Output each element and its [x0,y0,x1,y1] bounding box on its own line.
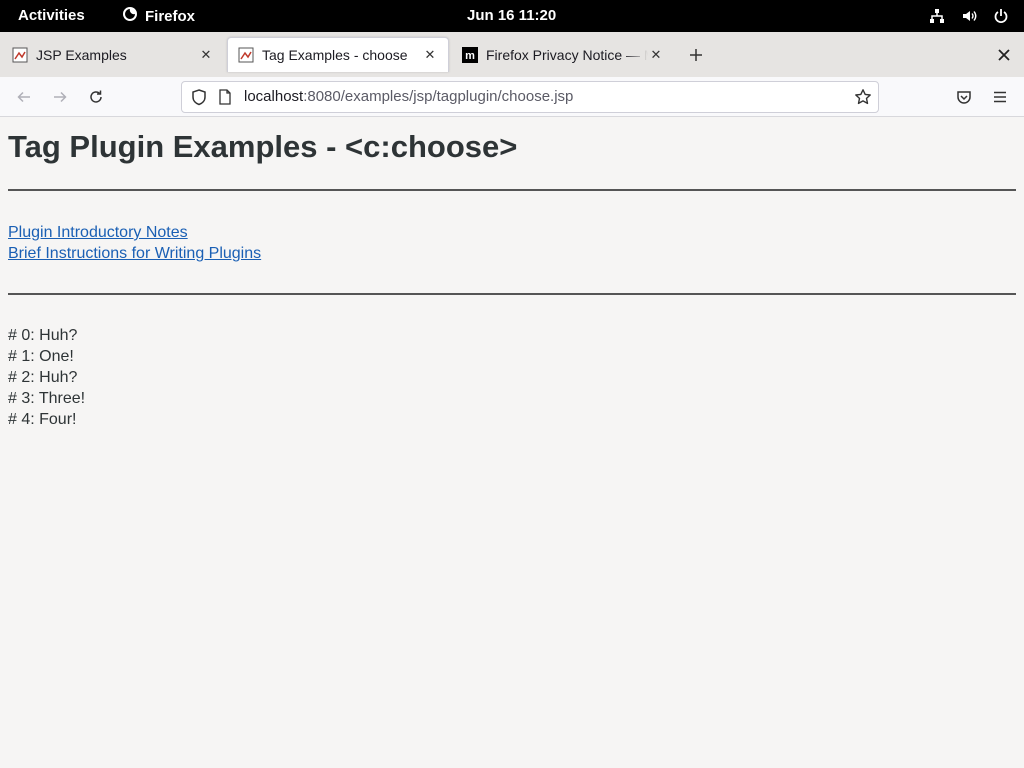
new-tab-button[interactable] [684,43,708,67]
pocket-button[interactable] [952,85,976,109]
tab-strip: JSP Examples ✕ Tag Examples - choose ✕ m… [0,32,1024,77]
mozilla-icon: m [462,46,478,63]
tab-tag-examples-choose[interactable]: Tag Examples - choose ✕ [227,37,449,72]
page-content: Tag Plugin Examples - <c:choose> Plugin … [0,118,1024,768]
app-menu-button[interactable] [988,85,1012,109]
bookmark-star-icon[interactable] [854,88,872,106]
network-icon [928,7,946,25]
svg-text:m: m [465,50,475,62]
activities-button[interactable]: Activities [18,7,85,24]
power-icon [992,7,1010,25]
jsp-favicon-icon [238,47,254,63]
app-menu[interactable]: Firefox [122,6,195,26]
tab-close-icon[interactable]: ✕ [422,47,438,63]
page-title: Tag Plugin Examples - <c:choose> [8,129,518,164]
tab-title: JSP Examples [36,46,127,63]
list-item: # 0: Huh? [8,327,78,344]
tab-jsp-examples[interactable]: JSP Examples ✕ [2,37,224,72]
plus-icon [690,49,702,61]
list-item: # 3: Three! [8,390,86,407]
tab-close-icon[interactable]: ✕ [648,47,664,63]
arrow-left-icon [17,91,30,103]
volume-icon [960,7,978,25]
jsp-favicon-icon [12,47,28,63]
url-path: :8080/examples/jsp/tagplugin/choose.jsp [303,88,574,105]
pocket-icon [957,91,971,104]
forward-button[interactable] [48,85,72,109]
divider [8,189,1016,191]
list-item: # 2: Huh? [8,369,78,386]
firefox-icon [122,6,138,26]
divider [8,293,1016,295]
reload-icon [90,90,102,103]
tracking-protection-shield-icon[interactable] [190,88,208,106]
doc-links: Plugin Introductory Notes Brief Instruct… [8,222,1016,264]
hamburger-menu-icon [994,91,1006,103]
window-close-button[interactable] [994,45,1014,65]
system-top-bar: Activities Firefox Jun 16 11:20 [0,0,1024,32]
url-host: localhost [244,88,304,105]
list-item: # 4: Four! [8,411,77,428]
arrow-right-icon [54,91,67,103]
close-icon [998,49,1010,61]
address-bar[interactable]: localhost:8080/examples/jsp/tagplugin/ch… [181,81,879,113]
tab-close-icon[interactable]: ✕ [198,47,214,63]
list-item: # 1: One! [8,348,74,365]
choose-results-list: # 0: Huh? # 1: One! # 2: Huh? # 3: Three… [8,325,1016,430]
tab-title: Tag Examples - choose [262,47,408,63]
clock[interactable]: Jun 16 11:20 [467,7,556,24]
navigation-toolbar: localhost:8080/examples/jsp/tagplugin/ch… [0,77,1024,117]
tab-firefox-privacy-notice[interactable]: m Firefox Privacy Notice — M ✕ [452,37,674,72]
reload-button[interactable] [84,85,108,109]
app-name: Firefox [145,7,196,25]
url-text[interactable]: localhost:8080/examples/jsp/tagplugin/ch… [244,88,573,105]
system-status-area[interactable] [928,7,1010,25]
plugin-introductory-notes-link[interactable]: Plugin Introductory Notes [8,222,188,243]
writing-plugins-instructions-link[interactable]: Brief Instructions for Writing Plugins [8,243,261,264]
page-info-icon[interactable] [217,89,233,105]
back-button[interactable] [12,85,36,109]
tab-title: Firefox Privacy Notice — M [486,46,648,63]
